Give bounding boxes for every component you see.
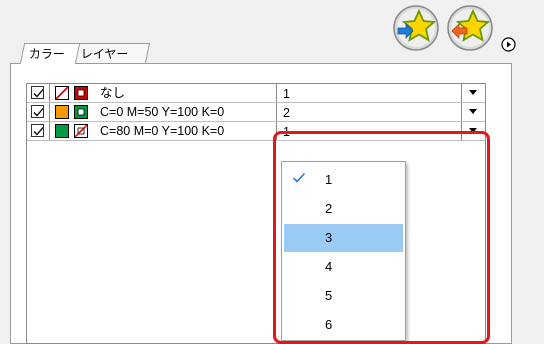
dropdown-option[interactable]: 4 (282, 253, 401, 281)
dropdown-option[interactable]: 1 (282, 166, 401, 194)
swatch-name: C=80 M=0 Y=100 K=0 (100, 124, 225, 138)
stroke-green-swatch-icon[interactable] (74, 105, 88, 119)
checkmark-icon (292, 172, 306, 183)
divider (49, 84, 50, 102)
tab-color-label: カラー (28, 47, 65, 61)
import-swatch-button[interactable] (392, 4, 440, 52)
circle-arrow-icon (501, 37, 516, 52)
panel-menu-button[interactable] (501, 37, 516, 52)
fill-none-swatch-icon[interactable] (55, 86, 69, 100)
dropdown-option[interactable]: 2 (282, 195, 401, 223)
option-label: 1 (325, 172, 333, 187)
dropdown-option[interactable]: 5 (282, 282, 401, 310)
option-label: 3 (325, 230, 333, 245)
visible-checkbox[interactable] (31, 124, 44, 137)
star-import-icon (393, 5, 439, 51)
option-label: 5 (325, 288, 333, 303)
divider (49, 103, 50, 121)
visible-checkbox[interactable] (31, 105, 44, 118)
tab-color[interactable]: カラー (19, 43, 81, 64)
check-icon (33, 127, 44, 136)
stroke-red-swatch-icon[interactable] (74, 86, 88, 100)
fill-orange-swatch-icon[interactable] (55, 105, 69, 119)
chevron-down-icon[interactable] (461, 84, 485, 102)
swatch-name: なし (100, 86, 126, 100)
star-export-icon (447, 5, 493, 51)
option-label: 4 (325, 259, 333, 274)
swatch-value: 2 (283, 106, 290, 120)
stroke-none-swatch-icon[interactable] (74, 124, 88, 138)
check-icon (33, 108, 44, 117)
tab-layer[interactable]: レイヤー (71, 43, 151, 63)
swatch-table: なし 1 C=0 M=50 Y=100 K=0 2 C=80 M=0 Y=100… (26, 83, 486, 344)
divider (276, 122, 277, 140)
table-row: C=80 M=0 Y=100 K=0 1 (27, 122, 485, 141)
visible-checkbox[interactable] (31, 86, 44, 99)
dropdown-option[interactable]: 6 (282, 311, 401, 339)
divider (49, 122, 50, 140)
table-row: なし 1 (27, 84, 485, 103)
swatch-value: 1 (283, 87, 290, 101)
tab-layer-label: レイヤー (80, 47, 129, 61)
dropdown-option-highlighted[interactable]: 3 (284, 224, 403, 252)
option-label: 6 (325, 317, 333, 332)
divider (276, 84, 277, 102)
option-label: 2 (325, 201, 333, 216)
table-row: C=0 M=50 Y=100 K=0 2 (27, 103, 485, 122)
chevron-down-icon[interactable] (461, 103, 485, 121)
chevron-down-icon[interactable] (461, 122, 485, 140)
dropdown-list: 1 2 3 4 5 6 (281, 161, 406, 341)
export-swatch-button[interactable] (446, 4, 494, 52)
divider (276, 103, 277, 121)
swatch-value: 1 (283, 125, 290, 139)
check-icon (33, 89, 44, 98)
swatch-name: C=0 M=50 Y=100 K=0 (100, 105, 225, 119)
fill-green-swatch-icon[interactable] (55, 124, 69, 138)
